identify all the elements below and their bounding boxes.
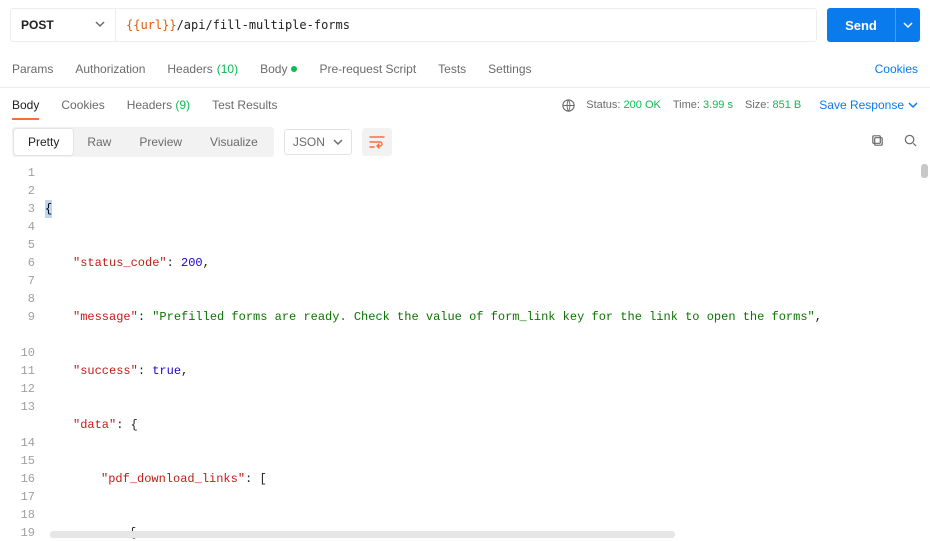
cookies-link[interactable]: Cookies — [875, 62, 918, 76]
line-gutter: 1 2 3 4 5 6 7 8 9 10 11 12 13 14 15 16 1… — [0, 162, 45, 541]
resp-tab-headers[interactable]: Headers (9) — [127, 98, 190, 112]
save-response-button[interactable]: Save Response — [819, 98, 918, 112]
url-input[interactable]: {{url}}/api/fill-multiple-forms — [115, 8, 817, 42]
response-body[interactable]: 1 2 3 4 5 6 7 8 9 10 11 12 13 14 15 16 1… — [0, 162, 930, 541]
view-mode-group: Pretty Raw Preview Visualize — [12, 127, 274, 157]
tab-authorization[interactable]: Authorization — [75, 62, 145, 76]
line-wrap-button[interactable] — [362, 128, 392, 156]
json-code: { "status_code": 200, "message": "Prefil… — [45, 162, 930, 541]
horizontal-scrollbar-thumb[interactable] — [50, 531, 675, 538]
copy-icon[interactable] — [870, 133, 885, 151]
search-icon[interactable] — [903, 133, 918, 151]
request-tabs: Params Authorization Headers (10) Body P… — [0, 50, 930, 88]
view-preview[interactable]: Preview — [125, 129, 196, 155]
tab-tests[interactable]: Tests — [438, 62, 466, 76]
tab-params[interactable]: Params — [12, 62, 53, 76]
resp-tab-cookies[interactable]: Cookies — [61, 98, 104, 112]
http-method-select[interactable]: POST — [10, 8, 115, 42]
tab-settings[interactable]: Settings — [488, 62, 531, 76]
view-visualize[interactable]: Visualize — [196, 129, 272, 155]
response-tabs: Body Cookies Headers (9) Test Results St… — [0, 88, 930, 122]
send-options-button[interactable] — [895, 8, 920, 42]
view-raw[interactable]: Raw — [73, 129, 125, 155]
network-icon[interactable] — [560, 97, 576, 113]
http-method-value: POST — [21, 18, 54, 32]
tab-body[interactable]: Body — [260, 62, 297, 76]
resp-tab-body[interactable]: Body — [12, 98, 39, 112]
url-template-var: {{url}} — [126, 18, 177, 32]
view-pretty[interactable]: Pretty — [14, 129, 73, 155]
tab-prerequest[interactable]: Pre-request Script — [319, 62, 416, 76]
viewer-toolbar: Pretty Raw Preview Visualize JSON — [0, 122, 930, 162]
response-status: Status: 200 OK Time: 3.99 s Size: 851 B — [586, 99, 801, 111]
language-select[interactable]: JSON — [284, 129, 352, 155]
resp-tab-tests[interactable]: Test Results — [212, 98, 277, 112]
chevron-down-icon — [95, 18, 105, 32]
url-path: /api/fill-multiple-forms — [177, 18, 350, 32]
send-button[interactable]: Send — [827, 8, 895, 42]
dot-indicator-icon — [291, 66, 297, 72]
tab-headers[interactable]: Headers (10) — [167, 62, 238, 76]
vertical-scrollbar-thumb[interactable] — [921, 164, 928, 178]
